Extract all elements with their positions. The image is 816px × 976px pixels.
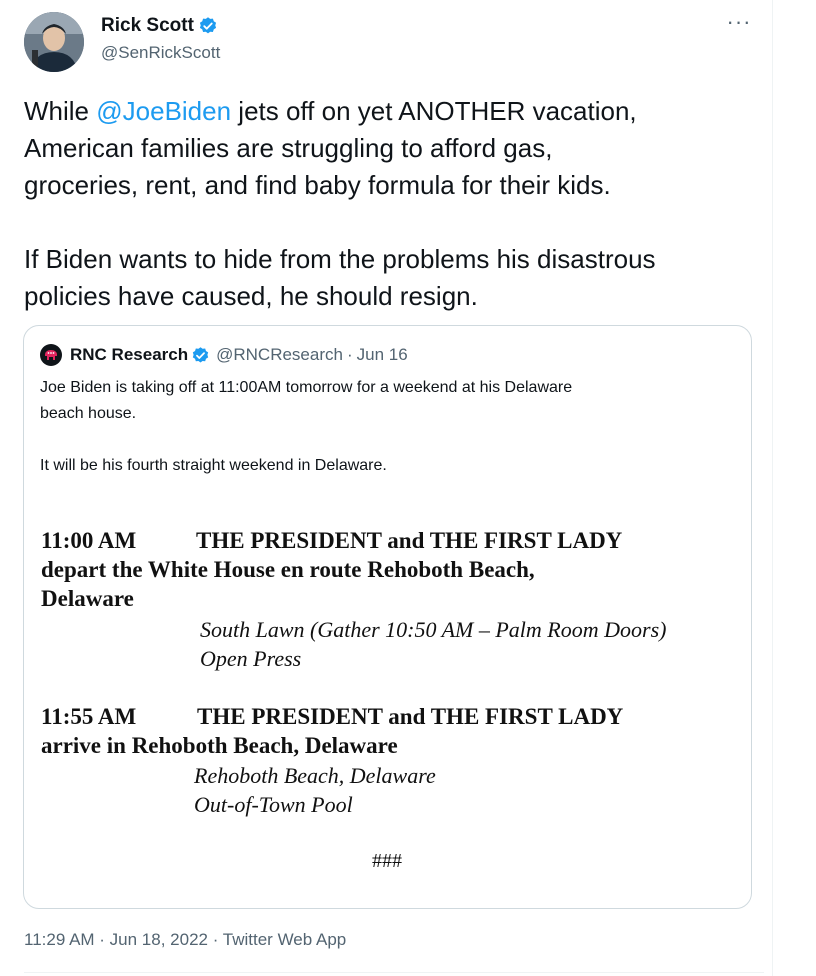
tweet-text: While @JoeBiden jets off on yet ANOTHER … [24,93,764,315]
entry2-line1: THE PRESIDENT and THE FIRST LADY [197,704,624,729]
entry1-line3: Delaware [41,586,134,611]
entry1-line1: THE PRESIDENT and THE FIRST LADY [196,528,623,553]
quoted-tweet-text: Joe Biden is taking off at 11:00AM tomor… [40,379,573,474]
verified-badge-icon [199,17,217,34]
entry1-time: 11:00 AM [41,528,137,553]
end-mark: ### [372,850,402,872]
quoted-author-name[interactable]: RNC Research [70,345,188,365]
meta-separator: · [346,345,353,364]
rnc-logo-icon[interactable] [40,344,62,366]
quoted-author-handle[interactable]: @RNCResearch [216,345,343,365]
author-name[interactable]: Rick Scott [101,15,218,37]
more-options-icon[interactable]: ··· [724,11,754,38]
tweet-text-part2: jets off on yet ANOTHER vacation, Americ… [24,96,656,311]
column-divider [772,0,773,976]
entry1-line2: depart the White House en route Rehoboth… [41,557,535,582]
avatar-photo [24,12,84,72]
tweet-text-part1: While [24,96,97,126]
quoted-date[interactable]: Jun 16 [357,345,408,365]
entry1-press: Open Press [200,646,302,671]
avatar[interactable] [24,12,84,72]
verified-badge-icon [192,346,209,363]
tweet-timestamp[interactable]: 11:29 AM · Jun 18, 2022 · Twitter Web Ap… [24,930,346,950]
author-handle[interactable]: @SenRickScott [101,43,220,63]
entry2-line2: arrive in Rehoboth Beach, Delaware [41,733,398,758]
quoted-tweet[interactable]: RNC Research @RNCResearch · Jun 16 Joe B… [23,325,752,909]
quoted-tweet-header: RNC Research @RNCResearch · Jun 16 [40,344,408,366]
entry2-location: Rehoboth Beach, Delaware [194,763,436,788]
divider [24,972,764,973]
entry2-press: Out-of-Town Pool [194,792,353,817]
entry1-location: South Lawn (Gather 10:50 AM – Palm Room … [200,617,667,642]
mention-link[interactable]: @JoeBiden [96,96,231,126]
author-name-text: Rick Scott [101,15,194,36]
entry2-time: 11:55 AM [41,704,137,729]
